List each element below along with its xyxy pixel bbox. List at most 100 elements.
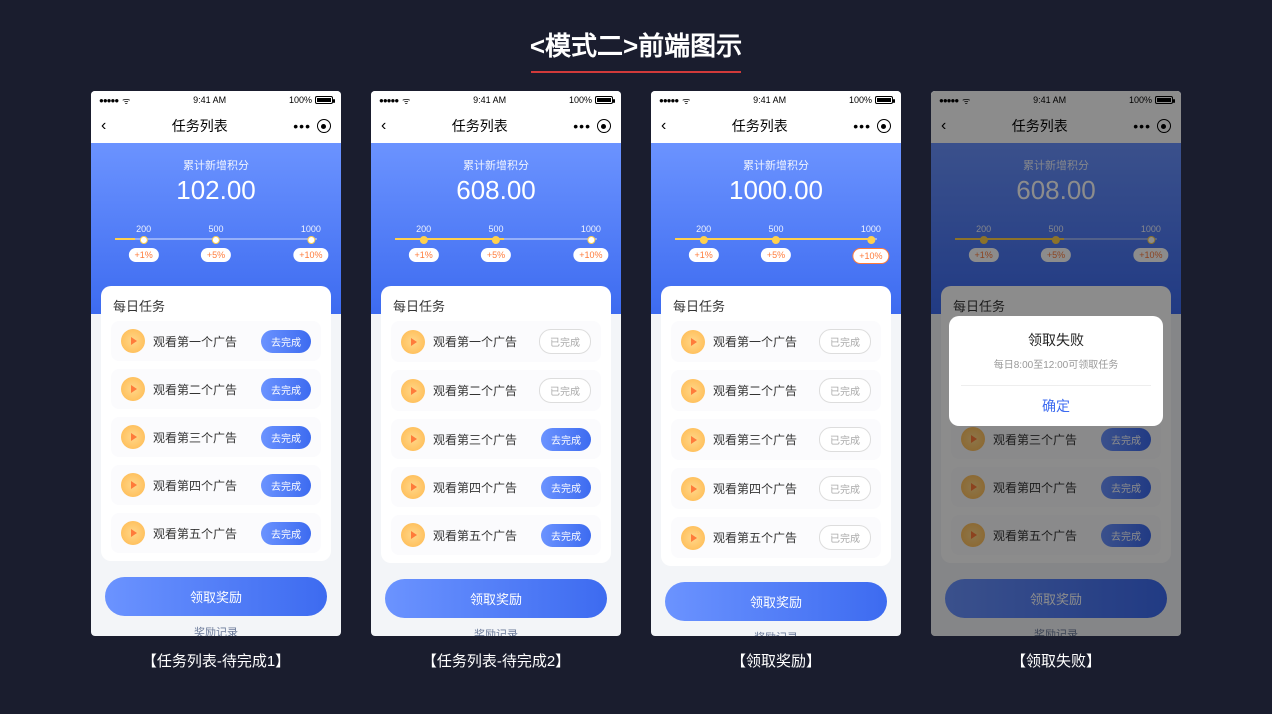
task-list: 观看第一个广告 已完成 观看第二个广告 已完成 观看第三个广告 去完成 观看第四… <box>391 321 601 555</box>
task-label: 观看第五个广告 <box>433 527 533 544</box>
play-ad-icon <box>401 427 425 451</box>
milestone-dot-icon <box>587 236 595 244</box>
milestone-bonus: +1% <box>129 248 159 262</box>
play-ad-icon <box>961 427 985 451</box>
milestone-threshold: 500 <box>768 224 783 234</box>
task-go-button[interactable]: 去完成 <box>1101 428 1151 451</box>
back-icon[interactable]: ‹ <box>101 117 106 135</box>
task-label: 观看第一个广告 <box>153 333 253 350</box>
battery-icon <box>595 96 613 104</box>
phone-column: ●●●●● ᯤ 9:41 AM 100% ‹ 任务列表 ••• 累计新增积分 1… <box>651 91 901 671</box>
milestone-threshold: 200 <box>416 224 431 234</box>
task-row: 观看第二个广告 去完成 <box>111 369 321 409</box>
target-icon[interactable] <box>317 119 331 133</box>
claim-reward-button[interactable]: 领取奖励 <box>945 579 1167 618</box>
milestone: 200 +1% <box>689 224 719 262</box>
claim-reward-button[interactable]: 领取奖励 <box>665 582 887 621</box>
modal-title: 领取失败 <box>961 330 1151 350</box>
wifi-icon: ᯤ <box>122 94 130 107</box>
points-label: 累计新增积分 <box>943 157 1169 173</box>
points-value: 102.00 <box>103 175 329 206</box>
wifi-icon: ᯤ <box>402 94 410 107</box>
play-ad-icon <box>121 329 145 353</box>
task-list: 观看第一个广告 去完成 观看第二个广告 去完成 观看第三个广告 去完成 观看第四… <box>111 321 321 553</box>
milestone-bonus: +1% <box>689 248 719 262</box>
task-done-button[interactable]: 已完成 <box>819 476 871 501</box>
play-ad-icon <box>681 379 705 403</box>
page-title: <模式二>前端图示 <box>0 0 1272 71</box>
task-row: 观看第四个广告 去完成 <box>111 465 321 505</box>
claim-reward-button[interactable]: 领取奖励 <box>385 579 607 618</box>
task-go-button[interactable]: 去完成 <box>541 476 591 499</box>
reward-record-link[interactable]: 奖励记录 <box>945 626 1167 636</box>
task-go-button[interactable]: 去完成 <box>1101 476 1151 499</box>
status-time: 9:41 AM <box>473 95 506 105</box>
claim-reward-button[interactable]: 领取奖励 <box>105 577 327 616</box>
progress-bar: 200 +1% 500 +5% 1000 +10% <box>383 224 609 272</box>
task-go-button[interactable]: 去完成 <box>261 378 311 401</box>
menu-dots-icon[interactable]: ••• <box>293 118 311 134</box>
task-done-button[interactable]: 已完成 <box>539 378 591 403</box>
menu-dots-icon[interactable]: ••• <box>853 118 871 134</box>
tasks-header: 每日任务 <box>951 296 1161 315</box>
phone-screen: ●●●●● ᯤ 9:41 AM 100% ‹ 任务列表 ••• 累计新增积分 6… <box>931 91 1181 636</box>
milestone: 500 +5% <box>481 224 511 262</box>
milestone-bonus: +10% <box>573 248 608 262</box>
back-icon[interactable]: ‹ <box>941 117 946 135</box>
milestone-threshold: 200 <box>976 224 991 234</box>
task-row: 观看第一个广告 去完成 <box>111 321 321 361</box>
signal-dots-icon: ●●●●● <box>939 96 958 105</box>
task-go-button[interactable]: 去完成 <box>541 428 591 451</box>
milestone-dot-icon <box>212 236 220 244</box>
back-icon[interactable]: ‹ <box>381 117 386 135</box>
task-go-button[interactable]: 去完成 <box>261 522 311 545</box>
screen-caption: 【任务列表-待完成2】 <box>422 650 570 671</box>
milestone-threshold: 1000 <box>301 224 321 234</box>
task-done-button[interactable]: 已完成 <box>819 427 871 452</box>
task-go-button[interactable]: 去完成 <box>261 474 311 497</box>
reward-record-link[interactable]: 奖励记录 <box>665 629 887 636</box>
task-done-button[interactable]: 已完成 <box>539 329 591 354</box>
reward-record-link[interactable]: 奖励记录 <box>385 626 607 636</box>
reward-record-link[interactable]: 奖励记录 <box>105 624 327 636</box>
phone-column: ●●●●● ᯤ 9:41 AM 100% ‹ 任务列表 ••• 累计新增积分 1… <box>91 91 341 671</box>
play-ad-icon <box>961 475 985 499</box>
task-go-button[interactable]: 去完成 <box>261 330 311 353</box>
task-go-button[interactable]: 去完成 <box>541 524 591 547</box>
milestone-dot-icon <box>307 236 315 244</box>
tasks-header: 每日任务 <box>391 296 601 315</box>
phone-screen: ●●●●● ᯤ 9:41 AM 100% ‹ 任务列表 ••• 累计新增积分 1… <box>651 91 901 636</box>
task-label: 观看第二个广告 <box>713 382 811 399</box>
task-row: 观看第三个广告 去完成 <box>391 419 601 459</box>
milestone: 200 +1% <box>409 224 439 262</box>
milestone-dot-icon <box>867 236 875 244</box>
target-icon[interactable] <box>877 119 891 133</box>
task-go-button[interactable]: 去完成 <box>1101 524 1151 547</box>
menu-dots-icon[interactable]: ••• <box>573 118 591 134</box>
back-icon[interactable]: ‹ <box>661 117 666 135</box>
play-ad-icon <box>401 475 425 499</box>
task-row: 观看第三个广告 去完成 <box>111 417 321 457</box>
task-done-button[interactable]: 已完成 <box>819 378 871 403</box>
play-ad-icon <box>681 526 705 550</box>
task-go-button[interactable]: 去完成 <box>261 426 311 449</box>
milestone-threshold: 200 <box>696 224 711 234</box>
target-icon[interactable] <box>597 119 611 133</box>
task-label: 观看第三个广告 <box>713 431 811 448</box>
milestone-dot-icon <box>1147 236 1155 244</box>
battery-pct: 100% <box>569 95 592 105</box>
milestone: 500 +5% <box>761 224 791 262</box>
milestone-threshold: 500 <box>1048 224 1063 234</box>
target-icon[interactable] <box>1157 119 1171 133</box>
signal-dots-icon: ●●●●● <box>379 96 398 105</box>
nav-bar: ‹ 任务列表 ••• <box>371 109 621 143</box>
task-done-button[interactable]: 已完成 <box>819 525 871 550</box>
modal-ok-button[interactable]: 确定 <box>961 386 1151 426</box>
task-done-button[interactable]: 已完成 <box>819 329 871 354</box>
play-ad-icon <box>401 379 425 403</box>
menu-dots-icon[interactable]: ••• <box>1133 118 1151 134</box>
phone-screen: ●●●●● ᯤ 9:41 AM 100% ‹ 任务列表 ••• 累计新增积分 1… <box>91 91 341 636</box>
milestone: 1000 +10% <box>852 224 889 264</box>
points-value: 608.00 <box>383 175 609 206</box>
task-label: 观看第二个广告 <box>153 381 253 398</box>
